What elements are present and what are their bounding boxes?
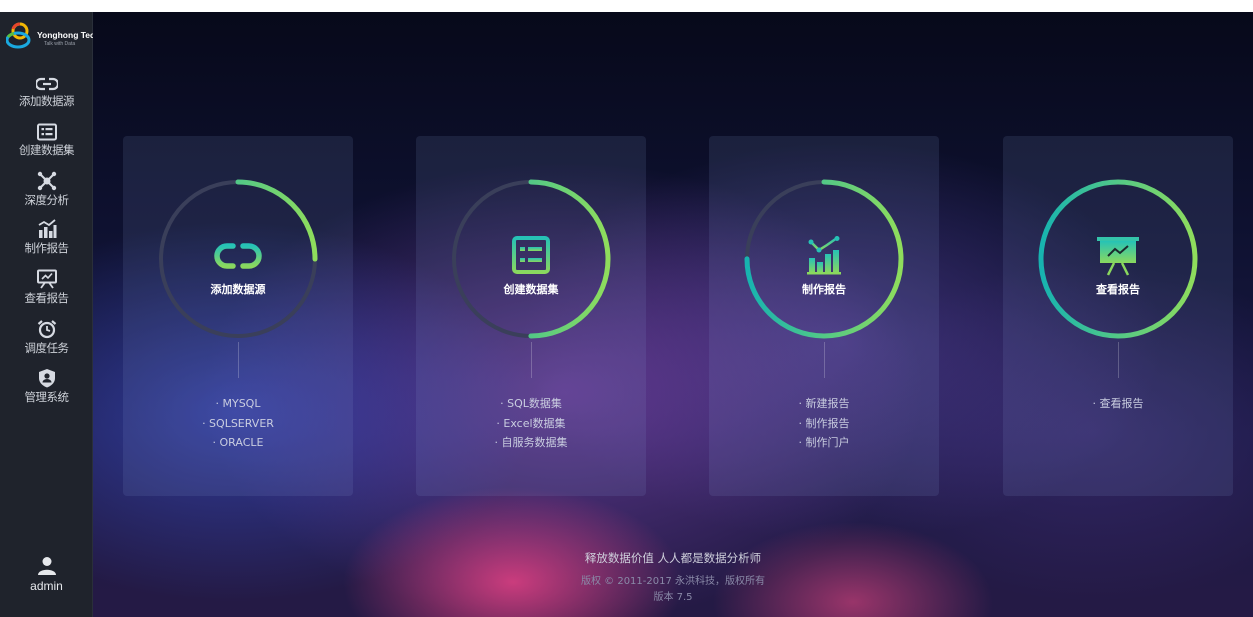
card-divider [531,342,532,378]
link-icon [214,243,262,269]
sidebar-item-schedule-task[interactable]: 调度任务 [0,319,93,369]
sidebar-item-label: 深度分析 [24,193,70,207]
card-make-report[interactable]: 制作报告 · 新建报告 · 制作报告 · 制作门户 [709,136,939,496]
card-title: 添加数据源 [210,283,266,296]
presentation-icon [1097,237,1139,276]
card-link[interactable]: · SQLSERVER [123,414,353,434]
card-add-datasource[interactable]: 添加数据源 · MYSQL · SQLSERVER · ORACLE [123,136,353,496]
sidebar: Yonghong Tech Talk with Data 添加数据源 创建数据集 [0,12,100,617]
brand-logo-icon [5,22,31,49]
card-links: · 新建报告 · 制作报告 · 制作门户 [709,394,939,453]
card-title: 制作报告 [802,283,846,296]
bar-chart-icon [38,219,56,238]
sidebar-item-label: 创建数据集 [19,143,75,157]
sidebar-item-view-report[interactable]: 查看报告 [0,269,93,319]
brand-tagline: Talk with Data [44,41,76,47]
presentation-icon [36,269,57,289]
brand-logo[interactable]: Yonghong Tech Talk with Data [5,20,100,56]
footer-copyright: 版权 © 2011-2017 永洪科技，版权所有 [580,576,766,587]
card-links: · SQL数据集 · Excel数据集 · 自服务数据集 [416,394,646,453]
card-link[interactable]: · ORACLE [123,433,353,453]
bar-chart-icon [807,236,841,275]
app-window: Yonghong Tech Talk with Data 添加数据源 创建数据集 [0,12,1253,617]
sidebar-item-deep-analysis[interactable]: 深度分析 [0,171,93,221]
card-link[interactable]: · 制作报告 [709,414,939,434]
card-view-report[interactable]: 查看报告 · 查看报告 [1003,136,1233,496]
footer-slogan: 释放数据价值 人人都是数据分析师 [584,551,762,565]
card-link[interactable]: · MYSQL [123,394,353,414]
link-icon [35,77,58,91]
sidebar-item-label: 制作报告 [24,241,70,255]
card-link[interactable]: · 自服务数据集 [416,433,646,453]
card-divider [1118,342,1119,378]
card-links: · 查看报告 [1003,394,1233,414]
sidebar-item-label: 调度任务 [24,341,70,355]
card-links: · MYSQL · SQLSERVER · ORACLE [123,394,353,453]
card-divider [238,342,239,378]
card-create-dataset[interactable]: 创建数据集 · SQL数据集 · Excel数据集 · 自服务数据集 [416,136,646,496]
sidebar-item-label: 管理系统 [24,390,70,404]
user-profile[interactable]: admin [0,556,93,606]
sidebar-item-label: 添加数据源 [19,94,75,108]
sidebar-item-label: 查看报告 [24,291,70,305]
card-title: 创建数据集 [503,283,559,296]
sidebar-item-admin-system[interactable]: 管理系统 [0,368,93,418]
main-content: 添加数据源 · MYSQL · SQLSERVER · ORACLE 创建数据集 [93,12,1253,617]
card-title: 查看报告 [1096,283,1140,296]
card-link[interactable]: · 新建报告 [709,394,939,414]
sidebar-item-make-report[interactable]: 制作报告 [0,219,93,269]
network-analysis-icon [37,171,56,191]
user-name: admin [30,579,63,593]
dataset-list-icon [512,236,550,274]
alarm-clock-icon [37,320,56,339]
sidebar-item-add-datasource[interactable]: 添加数据源 [0,76,93,126]
card-divider [824,342,825,378]
card-link[interactable]: · Excel数据集 [416,414,646,434]
shield-user-icon [38,369,55,388]
footer-version: 版本 7.5 [653,592,693,603]
user-icon [37,557,56,575]
brand-name: Yonghong Tech [37,30,100,40]
card-link[interactable]: · 查看报告 [1003,394,1233,414]
sidebar-item-create-dataset[interactable]: 创建数据集 [0,123,93,173]
card-link[interactable]: · 制作门户 [709,433,939,453]
card-link[interactable]: · SQL数据集 [416,394,646,414]
dataset-list-icon [36,123,57,141]
